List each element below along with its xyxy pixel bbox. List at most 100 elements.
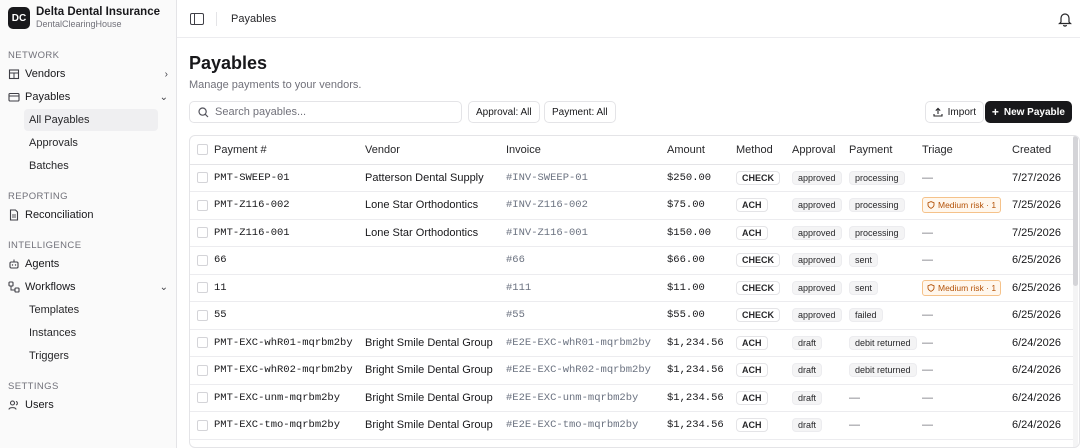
column-header-invoice[interactable]: Invoice [506, 136, 667, 165]
new-payable-button[interactable]: + New Payable [984, 101, 1072, 123]
payment-number-cell[interactable]: 66 [214, 246, 365, 275]
method-badge: ACH [736, 225, 768, 240]
select-all-checkbox[interactable] [197, 144, 208, 156]
created-date-cell: 7/27/2026 [1012, 164, 1073, 192]
divider [216, 11, 217, 26]
table-row[interactable]: PMT-SWEEP-01 Patterson Dental Supply #INV-… [190, 164, 1073, 192]
sidebar-item-approvals[interactable]: Approvals [24, 132, 158, 154]
payment-number-cell[interactable]: PMT-EXC-unm-mqrbm2by [214, 384, 365, 412]
table-row[interactable]: 11 #111 $11.00 CHECK approved sent Medium risk… [190, 274, 1073, 302]
created-date-cell: 6/25/2026 [1012, 246, 1073, 275]
sidebar-item-all-payables[interactable]: All Payables [24, 109, 158, 131]
vendor-cell[interactable] [365, 246, 506, 275]
row-checkbox[interactable] [197, 199, 208, 211]
bell-icon[interactable] [1058, 11, 1072, 27]
vendor-cell[interactable]: Bright Smile Dental Group [365, 384, 506, 412]
invoice-cell[interactable]: #E2E-EXC-whR02-mqrbm2by [506, 356, 667, 385]
invoice-cell[interactable]: #E2E-EXC-unm-mqrbm2by [506, 384, 667, 412]
invoice-cell[interactable]: #INV-Z116-002 [506, 191, 667, 220]
search-icon [198, 106, 209, 117]
payment-status-badge: debit returned [849, 363, 917, 378]
risk-badge[interactable]: Medium risk · 1 [922, 197, 1002, 214]
invoice-cell[interactable]: #INV-SWEEP-01 [506, 164, 667, 192]
sidebar-toggle-icon[interactable] [190, 12, 204, 25]
vendor-cell[interactable]: Bright Smile Dental Group [365, 329, 506, 357]
row-checkbox[interactable] [197, 282, 208, 294]
vendor-cell[interactable]: Bright Smile Dental Group [365, 411, 506, 440]
sidebar-item-payables[interactable]: Payables ⌄ [4, 86, 172, 108]
invoice-cell[interactable]: #55 [506, 301, 667, 330]
row-checkbox[interactable] [197, 337, 208, 349]
column-header-payment-number[interactable]: Payment # [214, 136, 365, 165]
search-box[interactable] [189, 101, 462, 123]
payment-number-cell[interactable]: PMT-EXC-whR02-mqrbm2by [214, 356, 365, 385]
row-checkbox[interactable] [197, 172, 208, 184]
payment-number-cell[interactable]: PMT-Z116-001 [214, 219, 365, 247]
method-badge: ACH [736, 198, 768, 213]
sidebar-item-vendors[interactable]: Vendors › [4, 63, 172, 85]
vendor-cell[interactable]: Patterson Dental Supply [365, 164, 506, 192]
row-checkbox[interactable] [197, 227, 208, 239]
column-header-amount[interactable]: Amount [667, 136, 736, 165]
shield-icon [927, 283, 935, 292]
sidebar-item-instances[interactable]: Instances [24, 322, 158, 344]
payment-number-cell[interactable]: PMT-EXC-whR01-mqrbm2by [214, 329, 365, 357]
row-checkbox[interactable] [197, 392, 208, 404]
search-input[interactable] [215, 106, 445, 118]
invoice-cell[interactable]: #E2E-EXC-whR01-mqrbm2by [506, 329, 667, 357]
sidebar-item-batches[interactable]: Batches [24, 155, 158, 177]
column-header-payment[interactable]: Payment [849, 136, 922, 165]
vendor-cell[interactable]: Bright Smile Dental Group [365, 356, 506, 385]
payment-number-cell[interactable]: 55 [214, 301, 365, 330]
column-header-method[interactable]: Method [736, 136, 792, 165]
invoice-cell[interactable]: #111 [506, 274, 667, 302]
column-header-approval[interactable]: Approval [792, 136, 849, 165]
table-row[interactable]: PMT-Z116-001 Lone Star Orthodontics #INV-Z… [190, 219, 1073, 247]
payment-filter-button[interactable]: Payment: All [544, 101, 616, 123]
vendor-cell[interactable]: Lone Star Orthodontics [365, 219, 506, 247]
payment-number-cell[interactable]: PMT-SWEEP-01 [214, 164, 365, 192]
row-checkbox[interactable] [197, 419, 208, 431]
column-header-triage[interactable]: Triage [922, 136, 1012, 165]
payment-number-cell[interactable]: PMT-Z116-002 [214, 191, 365, 220]
table-row[interactable]: PMT-EXC-unm-mqrbm2by Bright Smile Dental … [190, 384, 1073, 412]
workflow-icon [8, 281, 20, 293]
table-row[interactable]: PMT-Z116-002 Lone Star Orthodontics #INV-Z… [190, 191, 1073, 220]
org-switcher[interactable]: DC Delta Dental Insurance DentalClearing… [0, 0, 176, 36]
new-payable-label: New Payable [1003, 106, 1065, 118]
bot-icon [8, 258, 20, 270]
column-header-created[interactable]: Created [1012, 136, 1073, 165]
breadcrumb[interactable]: Payables [231, 13, 276, 25]
sidebar-item-templates[interactable]: Templates [24, 299, 158, 321]
risk-badge[interactable]: Medium risk · 1 [922, 279, 1002, 296]
invoice-cell[interactable]: #E2E-EXC-tmo-mqrbm2by [506, 411, 667, 440]
table-row[interactable]: 66 #66 $66.00 CHECK approved sent — 6/25/2026 [190, 246, 1073, 275]
sidebar-item-agents[interactable]: Agents [4, 253, 172, 275]
created-date-cell: 6/24/2026 [1012, 329, 1073, 357]
column-header-vendor[interactable]: Vendor [365, 136, 506, 165]
risk-badge-label: Medium risk · 1 [938, 282, 997, 293]
sidebar-item-triggers[interactable]: Triggers [24, 345, 158, 367]
table-row[interactable]: PMT-EXC-tmo-mqrbm2by Bright Smile Dental … [190, 411, 1073, 440]
vendor-cell[interactable] [365, 301, 506, 330]
vendor-cell[interactable]: Lone Star Orthodontics [365, 191, 506, 220]
table-row[interactable]: 55 #55 $55.00 CHECK approved failed — 6/25/2026 [190, 301, 1073, 330]
vendor-cell[interactable] [365, 274, 506, 302]
invoice-cell[interactable]: #INV-Z116-001 [506, 219, 667, 247]
table-scrollbar-thumb[interactable] [1073, 136, 1078, 286]
sidebar-item-workflows[interactable]: Workflows ⌄ [4, 276, 172, 298]
sidebar-item-users[interactable]: Users [4, 394, 172, 416]
row-checkbox[interactable] [197, 309, 208, 321]
sidebar-item-reconciliation[interactable]: Reconciliation [4, 204, 172, 226]
row-checkbox[interactable] [197, 364, 208, 376]
payment-status-badge: debit returned [849, 335, 917, 350]
invoice-cell[interactable]: #66 [506, 246, 667, 275]
import-button[interactable]: Import [924, 101, 984, 123]
payment-number-cell[interactable]: 11 [214, 274, 365, 302]
approval-filter-button[interactable]: Approval: All [468, 101, 540, 123]
table-row[interactable]: PMT-EXC-whR01-mqrbm2by Bright Smile Denta… [190, 329, 1073, 357]
table-row[interactable]: PMT-EXC-whR02-mqrbm2by Bright Smile Denta… [190, 356, 1073, 385]
row-checkbox[interactable] [197, 254, 208, 266]
amount-cell: $250.00 [667, 164, 736, 192]
payment-number-cell[interactable]: PMT-EXC-tmo-mqrbm2by [214, 411, 365, 440]
